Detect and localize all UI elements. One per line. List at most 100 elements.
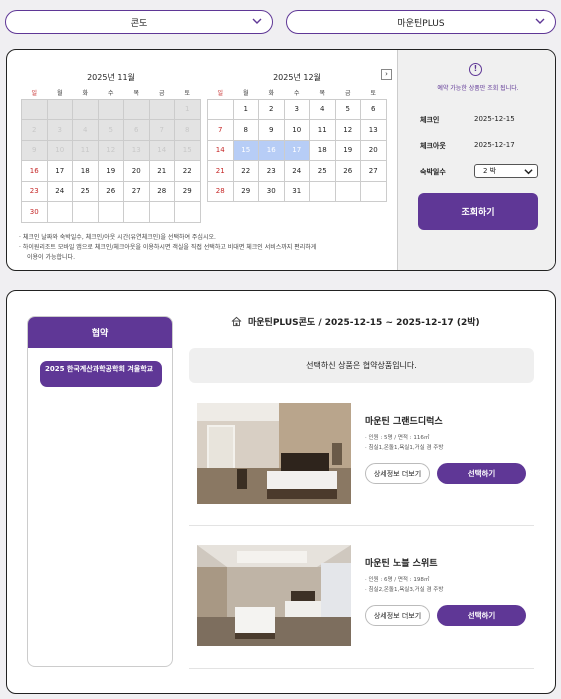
calendar-day[interactable]: 5	[334, 98, 361, 120]
calendar-day[interactable]: 4	[309, 98, 336, 120]
resort-select[interactable]: 마운틴PLUS	[286, 10, 556, 34]
calendar-day[interactable]: 17	[46, 160, 73, 182]
calendar-day[interactable]: 17	[283, 139, 310, 161]
room-spec: · 침실1,온돌1,욕실1,거실 겸 주방	[365, 445, 444, 451]
calendar-day[interactable]: 22	[174, 160, 201, 182]
calendar-day[interactable]: 14	[207, 139, 234, 161]
calendar-day[interactable]: 26	[334, 160, 361, 182]
info-icon: !	[469, 63, 482, 76]
calendar-november: 일 월 화 수 목 금 토 1 2 3 4 5 6 7 8 9 10 11 12 13 14 15 16 17 18 19 20 21…	[21, 87, 201, 223]
calendar-day[interactable]: 18	[72, 160, 99, 182]
room-spec: · 침실2,온돌1,욕실3,거실 겸 주방	[365, 587, 444, 593]
room-spec: · 인원 : 6명 / 면적 : 198㎡	[365, 577, 430, 583]
calendar-day: 5	[97, 119, 124, 141]
search-button[interactable]: 조회하기	[418, 193, 538, 230]
calendar-day[interactable]: 8	[232, 119, 259, 141]
next-month-button[interactable]: ›	[381, 69, 392, 80]
calendar-day[interactable]: 20	[360, 139, 387, 161]
calendar-day[interactable]: 23	[258, 160, 285, 182]
calendar-day: 1	[174, 98, 201, 120]
calendar-day[interactable]: 3	[283, 98, 310, 120]
calendar-empty-cell	[123, 201, 150, 223]
calendar-day[interactable]: 25	[72, 180, 99, 202]
calendar-empty-cell	[97, 98, 124, 120]
select-button[interactable]: 선택하기	[437, 463, 526, 484]
calendar-day: 2	[21, 119, 48, 141]
weekday-header: 수	[107, 90, 114, 98]
calendar-day[interactable]: 20	[123, 160, 150, 182]
calendar-day[interactable]: 24	[283, 160, 310, 182]
nights-select[interactable]: 2 박	[474, 164, 538, 178]
calendar-empty-cell	[72, 201, 99, 223]
calendar-day[interactable]: 21	[148, 160, 175, 182]
calendar-day[interactable]: 27	[360, 160, 387, 182]
weekday-header: 토	[184, 90, 191, 98]
calendar-empty-cell	[97, 201, 124, 223]
calendar-empty-cell	[309, 180, 336, 202]
select-button[interactable]: 선택하기	[437, 605, 526, 626]
weekday-header: 화	[82, 90, 89, 98]
calendar-day: 8	[174, 119, 201, 141]
category-item[interactable]: 2025 한국계산과학공학회 겨울학교	[40, 361, 162, 387]
chevron-down-icon	[252, 18, 262, 24]
checkin-value: 2025-12-15	[474, 115, 515, 123]
calendar-day[interactable]: 1	[232, 98, 259, 120]
results-heading-text: 마운틴PLUS콘도 / 2025-12-15 ~ 2025-12-17 (2박)	[248, 318, 480, 328]
booking-sidebar: ! 예약 가능한 상품만 조회 됩니다. 체크인 2025-12-15 체크아웃…	[397, 50, 555, 270]
weekday-header: 목	[133, 90, 140, 98]
weekday-header: 일	[217, 90, 224, 98]
calendar-empty-cell	[148, 201, 175, 223]
checkout-value: 2025-12-17	[474, 141, 515, 149]
calendar-day[interactable]: 9	[258, 119, 285, 141]
calendar-day[interactable]: 26	[97, 180, 124, 202]
calendar-day[interactable]: 21	[207, 160, 234, 182]
calendar-day: 14	[148, 139, 175, 161]
calendar-day[interactable]: 28	[207, 180, 234, 202]
calendar-day[interactable]: 27	[123, 180, 150, 202]
calendar-day[interactable]: 19	[334, 139, 361, 161]
calendar-day[interactable]: 23	[21, 180, 48, 202]
calendar-day[interactable]: 25	[309, 160, 336, 182]
detail-button[interactable]: 상세정보 더보기	[365, 463, 430, 484]
calendar-day: 13	[123, 139, 150, 161]
calendar-day[interactable]: 16	[258, 139, 285, 161]
calendar-day: 6	[123, 119, 150, 141]
calendar-day[interactable]: 13	[360, 119, 387, 141]
calendar-day[interactable]: 11	[309, 119, 336, 141]
calendar-day[interactable]: 30	[21, 201, 48, 223]
home-icon	[231, 316, 242, 327]
calendar-day[interactable]: 7	[207, 119, 234, 141]
calendar-empty-cell	[148, 98, 175, 120]
agreement-banner: 선택하신 상품은 협약상품입니다.	[189, 348, 534, 383]
region-select[interactable]: 콘도	[5, 10, 273, 34]
calendar-empty-cell	[123, 98, 150, 120]
calendar-day[interactable]: 2	[258, 98, 285, 120]
calendar-day[interactable]: 31	[283, 180, 310, 202]
chevron-down-icon	[524, 169, 533, 175]
calendar-day[interactable]: 15	[232, 139, 259, 161]
calendar-day[interactable]: 22	[232, 160, 259, 182]
weekday-header: 월	[242, 90, 249, 98]
calendar-day[interactable]: 19	[97, 160, 124, 182]
calendar-day[interactable]: 18	[309, 139, 336, 161]
weekday-header: 목	[319, 90, 326, 98]
note-line: 이용이 가능합니다.	[27, 254, 75, 261]
detail-button[interactable]: 상세정보 더보기	[365, 605, 430, 626]
room-name: 마운틴 그랜드디럭스	[365, 417, 443, 427]
checkout-label: 체크아웃	[420, 142, 446, 150]
category-sidebar: 협약 2025 한국계산과학공학회 겨울학교	[27, 316, 173, 667]
note-line: · 체크인 날짜와 숙박일수, 체크인/아웃 시간(유연체크인)을 선택하여 주…	[19, 234, 216, 241]
calendar-day[interactable]: 10	[283, 119, 310, 141]
calendar-day[interactable]: 29	[174, 180, 201, 202]
calendar-day[interactable]: 28	[148, 180, 175, 202]
calendar-empty-cell	[72, 98, 99, 120]
calendar-day[interactable]: 24	[46, 180, 73, 202]
note-line: · 하이원리조트 모바일 앱으로 체크인/체크아웃을 이용하시면 객실을 직접 …	[19, 244, 317, 251]
calendar-day[interactable]: 12	[334, 119, 361, 141]
calendar-day: 9	[21, 139, 48, 161]
month-title-november: 2025년 11월	[87, 73, 135, 82]
calendar-day[interactable]: 6	[360, 98, 387, 120]
calendar-day[interactable]: 30	[258, 180, 285, 202]
calendar-day[interactable]: 29	[232, 180, 259, 202]
calendar-day[interactable]: 16	[21, 160, 48, 182]
